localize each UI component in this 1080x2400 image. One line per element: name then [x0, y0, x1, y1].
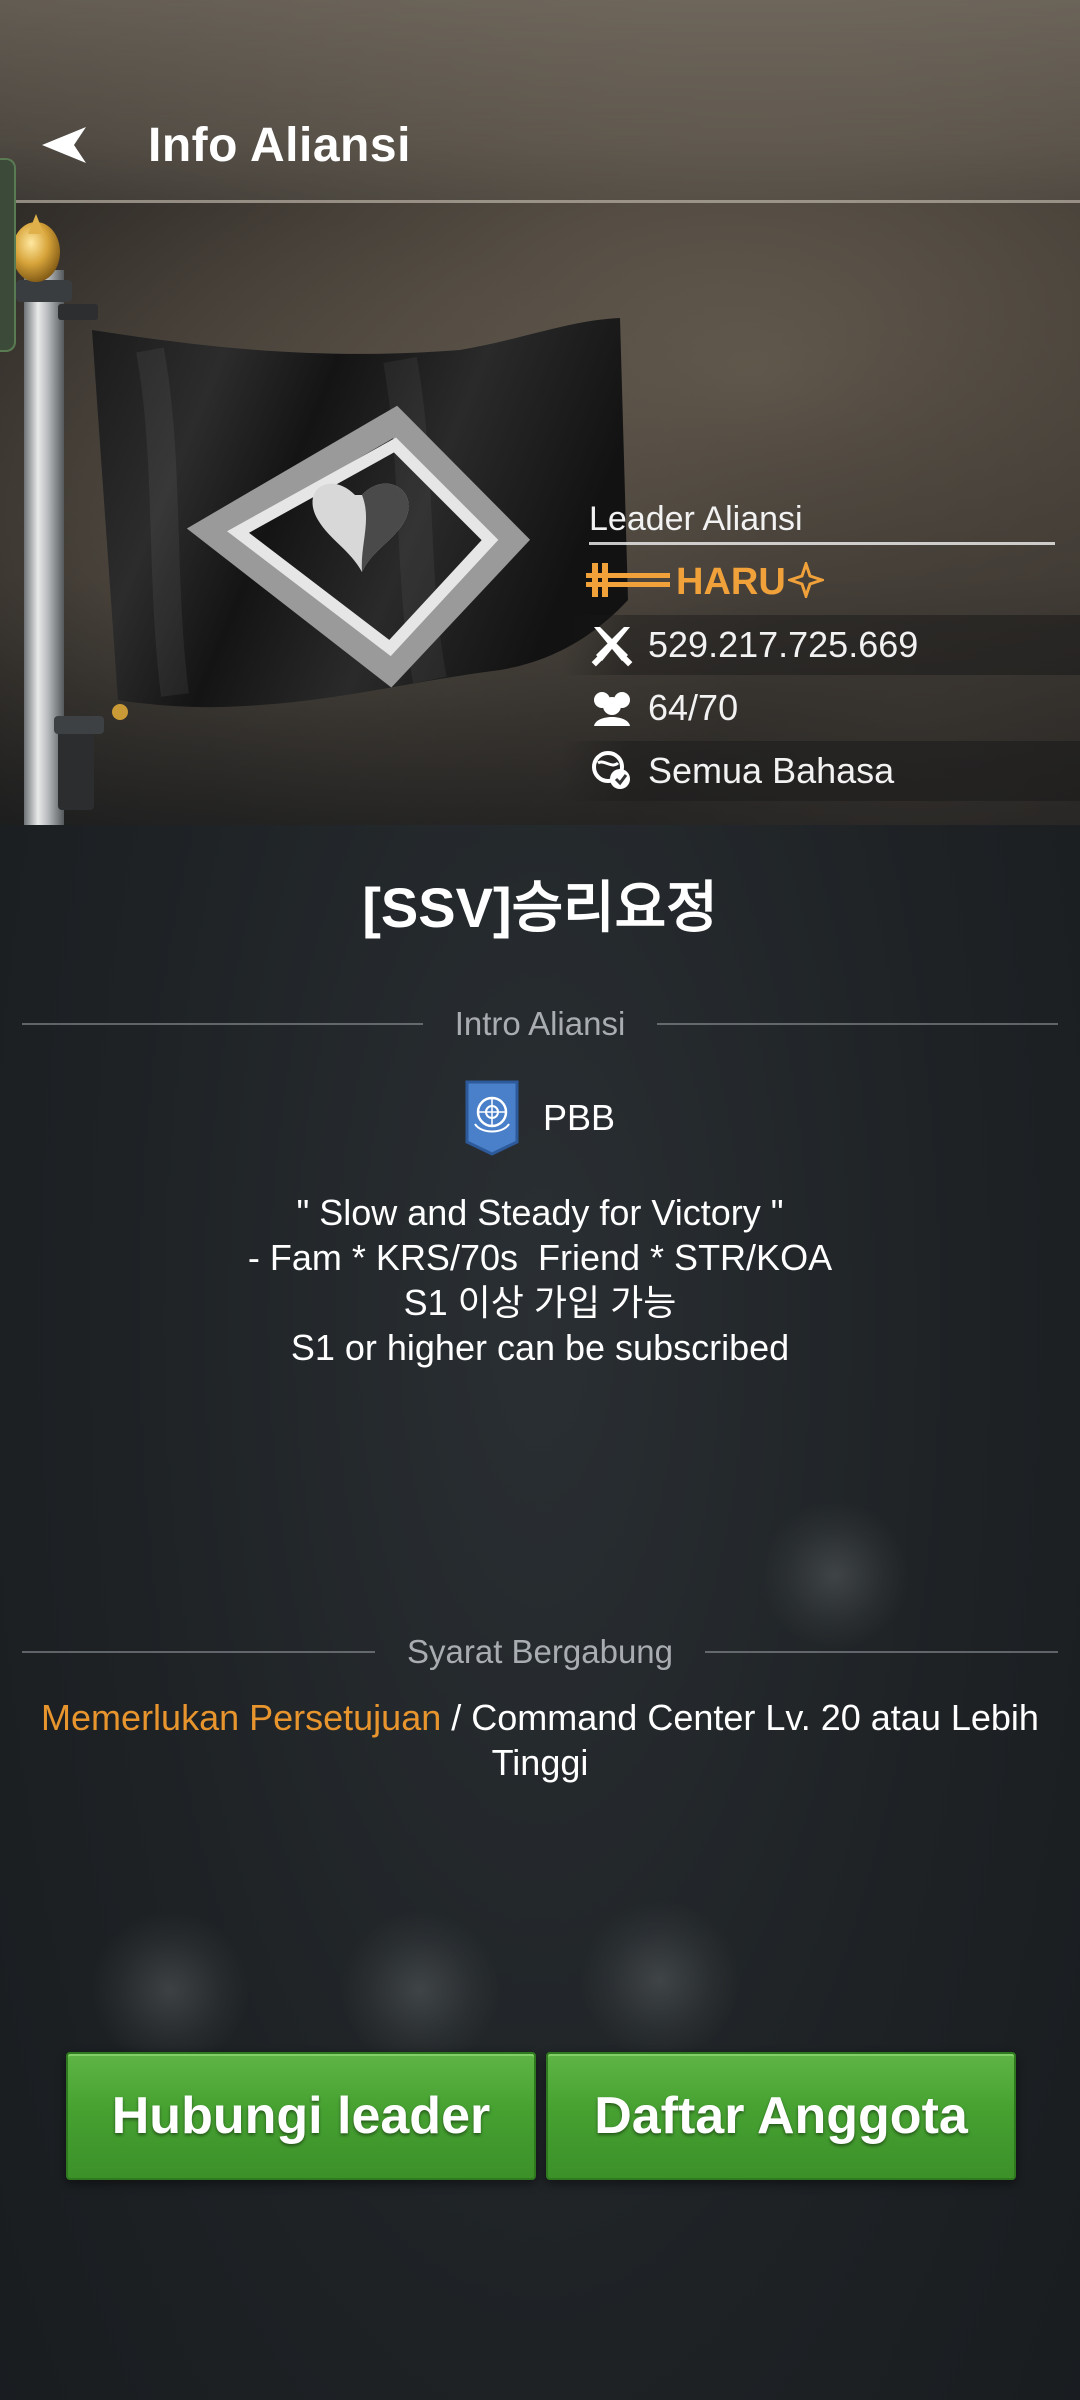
alliance-language: Semua Bahasa [648, 750, 895, 791]
approval-required: Memerlukan Persetujuan [41, 1697, 442, 1738]
requirement-detail: Command Center Lv. 20 atau Lebih Tinggi [471, 1697, 1039, 1783]
leader-label: Leader Aliansi [589, 500, 803, 538]
language-flag-row: PBB [0, 1078, 1080, 1158]
back-button[interactable] [30, 112, 100, 182]
members-row: 64/70 [0, 678, 1080, 738]
leader-name-row[interactable]: HARU [586, 556, 827, 608]
leader-name: HARU [676, 561, 786, 603]
background-blur [340, 1910, 500, 2070]
intro-line: S1 or higher can be subscribed [290, 1327, 790, 1368]
requirement-separator: / [441, 1697, 472, 1738]
language-globe-icon [590, 749, 634, 793]
requirements-section-header: Syarat Bergabung [22, 1630, 1059, 1674]
divider-line [22, 1651, 375, 1653]
sword-emblem-icon [586, 557, 670, 608]
alliance-banner: Info Aliansi Leader Aliansi HARU 529.217… [0, 0, 1080, 825]
alliance-power: 529.217.725.669 [648, 624, 919, 665]
intro-line: " Slow and Steady for Victory " [296, 1192, 784, 1233]
join-requirements: Memerlukan Persetujuan / Command Center … [40, 1695, 1040, 1785]
language-row: Semua Bahasa [0, 741, 1080, 801]
intro-section-header: Intro Aliansi [22, 1002, 1058, 1046]
background-blur [580, 1900, 740, 2060]
member-list-button[interactable]: Daftar Anggota [546, 2052, 1016, 2180]
background-blur [760, 1500, 910, 1650]
side-drawer-tab[interactable] [0, 158, 16, 352]
crossed-swords-icon [590, 623, 634, 667]
intro-line: - Fam * KRS/70s Friend * STR/KOA [247, 1237, 833, 1278]
alliance-intro-text: " Slow and Steady for Victory " - Fam * … [0, 1190, 1080, 1370]
divider-line [657, 1023, 1058, 1025]
member-count: 64/70 [648, 687, 739, 728]
contact-leader-button[interactable]: Hubungi leader [66, 2052, 536, 2180]
intro-section-label: Intro Aliansi [454, 1005, 626, 1042]
divider-line [705, 1651, 1059, 1653]
back-arrow-icon [40, 125, 90, 170]
un-flag-icon [465, 1080, 519, 1156]
star-icon [785, 558, 827, 603]
language-flag-label: PBB [542, 1097, 616, 1138]
members-icon [590, 686, 634, 730]
intro-line: S1 이상 가입 가능 [403, 1282, 677, 1323]
background-blur [90, 1910, 250, 2070]
leader-divider [589, 542, 1055, 545]
alliance-info-screen: Info Aliansi Leader Aliansi HARU 529.217… [0, 0, 1080, 2400]
alliance-name: [SSV]승리요정 [362, 876, 718, 939]
page-title: Info Aliansi [148, 119, 411, 172]
requirements-section-label: Syarat Bergabung [407, 1633, 674, 1670]
power-row: 529.217.725.669 [0, 615, 1080, 675]
divider-line [22, 1023, 423, 1025]
